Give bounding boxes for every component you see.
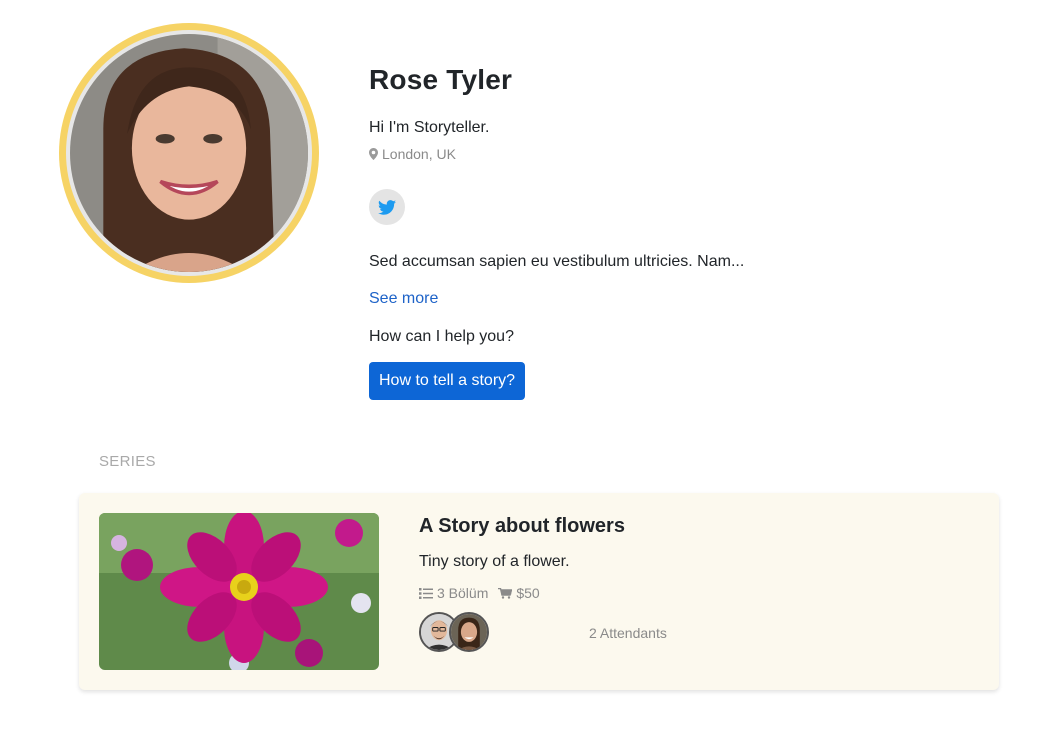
twitter-icon bbox=[378, 199, 396, 215]
twitter-button[interactable] bbox=[369, 189, 405, 225]
series-card[interactable]: A Story about flowers Tiny story of a fl… bbox=[79, 493, 999, 690]
attendant-count: 2 Attendants bbox=[589, 625, 667, 641]
attendee-avatar[interactable] bbox=[449, 612, 489, 652]
series-price: $50 bbox=[516, 585, 540, 601]
attendee-photo bbox=[451, 614, 487, 650]
cart-icon bbox=[498, 587, 513, 599]
profile-bio: Hi I'm Storyteller. bbox=[369, 119, 490, 136]
profile-avatar bbox=[59, 23, 319, 283]
help-question: How can I help you? bbox=[369, 328, 514, 345]
how-to-tell-story-button[interactable]: How to tell a story? bbox=[369, 362, 526, 400]
list-icon bbox=[419, 587, 433, 599]
location-text: London, UK bbox=[382, 146, 456, 162]
flower-image bbox=[99, 513, 379, 670]
series-title[interactable]: A Story about flowers bbox=[419, 515, 625, 538]
series-heading: SERIES bbox=[99, 453, 156, 470]
profile-name: Rose Tyler bbox=[369, 64, 513, 95]
avatar-frame bbox=[66, 30, 312, 276]
series-description: Tiny story of a flower. bbox=[419, 553, 570, 570]
see-more-link[interactable]: See more bbox=[369, 290, 438, 308]
profile-details: Rose Tyler Hi I'm Storyteller. London, U… bbox=[369, 64, 969, 400]
map-marker-icon bbox=[369, 148, 378, 160]
avatar-photo bbox=[70, 34, 308, 272]
profile-location: London, UK bbox=[369, 146, 456, 162]
profile-about: Sed accumsan sapien eu vestibulum ultric… bbox=[369, 253, 745, 270]
series-meta: 3 Bölüm $50 bbox=[419, 585, 540, 601]
attendee-avatars bbox=[419, 612, 499, 652]
series-thumbnail[interactable] bbox=[99, 513, 379, 670]
episode-count: 3 Bölüm bbox=[437, 585, 489, 601]
